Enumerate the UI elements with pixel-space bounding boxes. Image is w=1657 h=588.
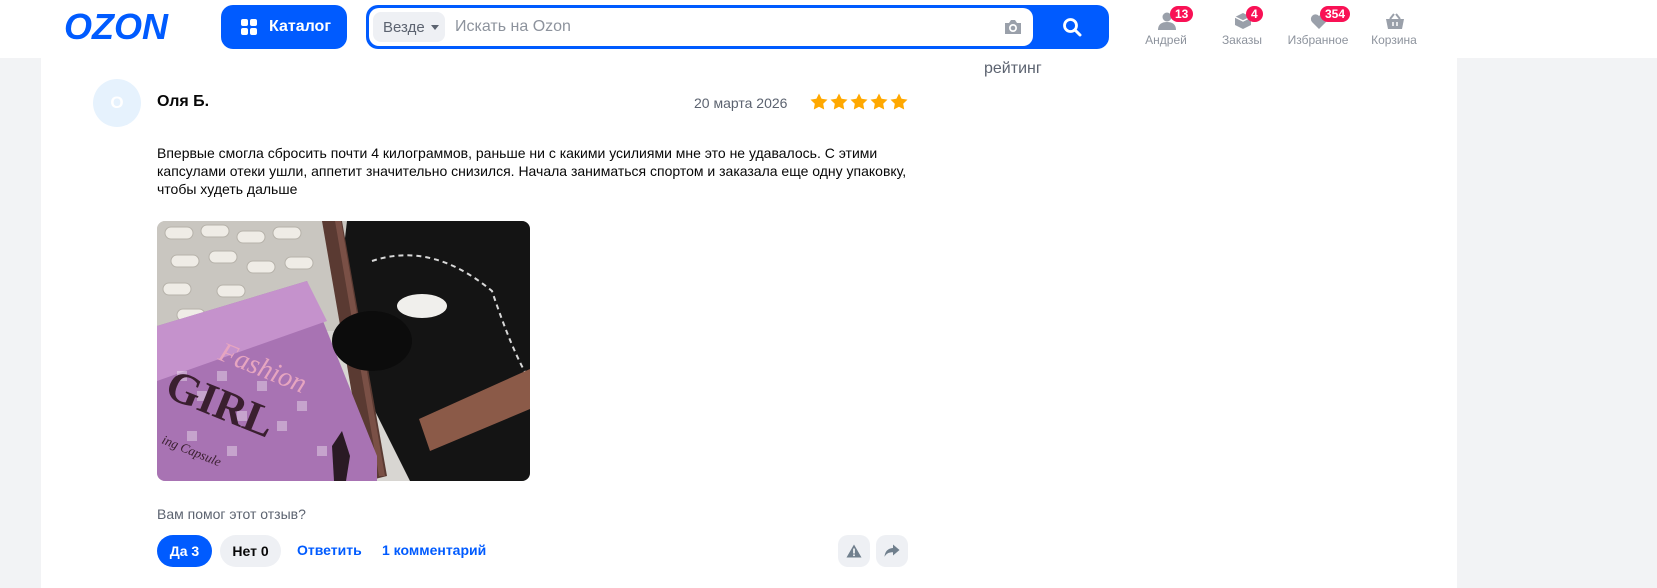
favorites-badge: 354: [1320, 6, 1351, 22]
comments-link[interactable]: 1 комментарий: [382, 542, 486, 558]
account-badge: 13: [1170, 6, 1194, 22]
catalog-label: Каталог: [269, 18, 331, 35]
vote-no-label: Нет 0: [232, 543, 269, 559]
star-icon: [870, 93, 888, 110]
camera-icon[interactable]: [1003, 18, 1023, 36]
basket-icon: [1386, 13, 1404, 29]
grid-icon: [241, 19, 257, 35]
review-photo[interactable]: Fashion GIRL ing Capsule: [157, 221, 530, 481]
star-icon: [810, 93, 828, 110]
review-photo-image: Fashion GIRL ing Capsule: [157, 221, 530, 481]
review-date: 20 марта 2026: [694, 95, 788, 111]
vote-yes-button[interactable]: Да 3: [157, 535, 212, 567]
share-icon: [884, 544, 900, 557]
search-button[interactable]: [1035, 5, 1109, 49]
header-favorites[interactable]: 354 Избранное: [1280, 6, 1356, 50]
account-label: Андрей: [1145, 33, 1187, 47]
search-icon: [1063, 18, 1082, 37]
reply-link[interactable]: Ответить: [297, 542, 362, 558]
orders-label: Заказы: [1221, 33, 1263, 47]
site-header: OZON Каталог Везде Искать на Ozon 13 Анд…: [0, 0, 1657, 58]
rating-heading: рейтинг: [984, 60, 1042, 77]
search-bar: Везде: [366, 5, 1109, 49]
catalog-button[interactable]: Каталог: [221, 5, 347, 49]
warning-icon: [846, 544, 862, 558]
search-field-wrapper: Везде: [369, 8, 1033, 46]
rating-stars: [810, 93, 908, 110]
header-cart[interactable]: Корзина: [1356, 6, 1432, 50]
header-orders[interactable]: 4 Заказы: [1204, 6, 1280, 50]
vote-no-button[interactable]: Нет 0: [220, 535, 281, 567]
avatar: О: [93, 79, 141, 127]
star-icon: [850, 93, 868, 110]
review-author: Оля Б.: [157, 93, 210, 110]
share-button[interactable]: [876, 535, 908, 567]
chevron-down-icon: [430, 24, 439, 30]
logo-text: OZON: [64, 10, 169, 44]
search-scope-label: Везде: [383, 18, 425, 36]
favorites-label: Избранное: [1287, 33, 1349, 47]
vote-yes-label: Да 3: [169, 543, 200, 559]
star-icon: [830, 93, 848, 110]
cart-label: Корзина: [1371, 33, 1417, 47]
star-icon: [890, 93, 908, 110]
helpful-question: Вам помог этот отзыв?: [157, 506, 306, 522]
search-input[interactable]: [455, 12, 975, 42]
report-button[interactable]: [838, 535, 870, 567]
header-account[interactable]: 13 Андрей: [1128, 6, 1204, 50]
review-text: Впервые смогла сбросить почти 4 килограм…: [157, 145, 907, 197]
avatar-letter: О: [110, 93, 124, 112]
ozon-logo[interactable]: OZON: [64, 6, 196, 47]
search-scope-select[interactable]: Везде: [373, 12, 445, 42]
orders-badge: 4: [1246, 6, 1263, 22]
